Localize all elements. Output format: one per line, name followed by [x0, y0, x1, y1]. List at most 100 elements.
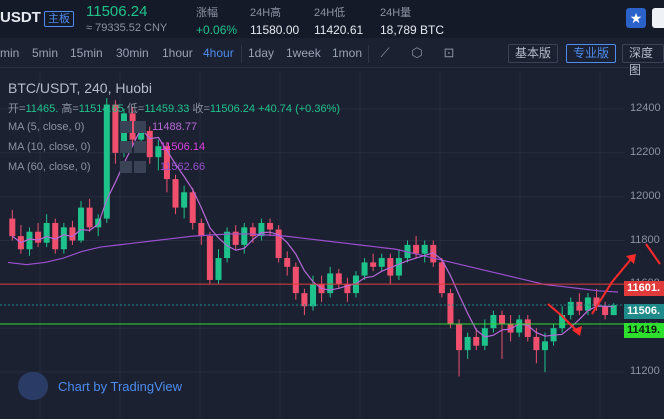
- candle-body: [447, 293, 454, 324]
- chart-grid: [0, 72, 624, 419]
- axis-tick-label: 12400: [630, 101, 661, 114]
- candle-body: [516, 319, 523, 333]
- interval-1week[interactable]: 1week: [286, 46, 321, 61]
- close-icon[interactable]: [134, 141, 146, 153]
- favorite-panel-button[interactable]: [652, 8, 664, 28]
- depth-chart-button[interactable]: 深度图: [622, 44, 664, 77]
- interval-4hour[interactable]: 4hour: [203, 46, 234, 61]
- candle-body: [456, 323, 463, 351]
- candle-body: [499, 315, 506, 324]
- candle-body: [395, 258, 402, 276]
- candle-body: [584, 297, 591, 311]
- candle-body: [473, 336, 480, 346]
- low-value: 11420.61: [314, 23, 364, 37]
- interval-min[interactable]: min: [0, 46, 19, 61]
- candle-body: [284, 258, 291, 267]
- candle-body: [361, 262, 368, 276]
- cny-price: ≈ 79335.52 CNY: [86, 22, 168, 34]
- candle-body: [602, 306, 609, 316]
- star-icon[interactable]: ★: [626, 8, 646, 28]
- screenshot-icon[interactable]: ⊡: [440, 44, 458, 62]
- axis-tick-label: 11200: [630, 365, 660, 378]
- candles-group: [9, 98, 617, 377]
- ma10-legend[interactable]: MA (10, close, 0): [8, 141, 146, 153]
- volume-stat: 24H量 18,789 BTC: [380, 4, 444, 37]
- toolbar-divider: [368, 45, 369, 63]
- change-value: +0.06%: [196, 23, 238, 37]
- high-stat: 24H高 11580.00: [250, 4, 299, 37]
- settings-icon[interactable]: [120, 121, 132, 133]
- high-label: 24H高: [250, 7, 282, 19]
- interval-1hour[interactable]: 1hour: [162, 46, 193, 61]
- low-stat: 24H低 11420.61: [314, 4, 363, 37]
- candle-body: [267, 222, 274, 230]
- basic-version-button[interactable]: 基本版: [508, 44, 559, 63]
- ma60-controls[interactable]: [120, 161, 150, 174]
- candle-body: [189, 192, 196, 223]
- symbol-label[interactable]: USDT: [0, 9, 41, 26]
- settings-hex-icon[interactable]: ⬡: [408, 44, 426, 62]
- open-value: 11465.: [25, 103, 59, 115]
- ma10-value: 11506.14: [160, 141, 206, 153]
- ma60-legend[interactable]: MA (60, close, 0): [8, 161, 146, 173]
- interval-30min[interactable]: 30min: [116, 46, 149, 61]
- candle-body: [464, 336, 471, 351]
- ma5-controls[interactable]: [120, 121, 150, 134]
- interval-5min[interactable]: 5min: [32, 46, 58, 61]
- low-label: 24H低: [314, 7, 346, 19]
- support-price-tag: 11419.: [624, 323, 664, 338]
- candle-body: [224, 231, 231, 259]
- ma5-legend[interactable]: MA (5, close, 0): [8, 121, 146, 133]
- close-icon[interactable]: [134, 161, 146, 173]
- low-label: 低=: [126, 103, 145, 115]
- axis-tick-label: 11800: [630, 233, 660, 246]
- candle-body: [35, 231, 42, 243]
- candle-body: [421, 244, 428, 254]
- candle-body: [9, 218, 16, 237]
- ma60-value: 11562.66: [160, 161, 206, 173]
- candle-body: [172, 179, 179, 208]
- interval-1day[interactable]: 1day: [248, 46, 274, 61]
- high-value: 11514.65: [78, 103, 124, 115]
- chart-title: BTC/USDT, 240, Huobi: [8, 80, 152, 96]
- axis-tick-label: 12000: [630, 189, 661, 202]
- candle-body: [413, 244, 420, 254]
- candle-body: [335, 273, 342, 285]
- candlestick-chart[interactable]: [0, 69, 664, 419]
- change-readout: +40.74 (+0.36%): [258, 103, 341, 115]
- ma5-label: MA (5, close, 0): [8, 121, 85, 133]
- high-value: 11580.00: [250, 23, 300, 37]
- candle-body: [524, 319, 531, 337]
- candle-body: [490, 315, 497, 329]
- interval-1mon[interactable]: 1mon: [332, 46, 362, 61]
- volume-label: 24H量: [380, 7, 412, 19]
- candle-body: [370, 262, 377, 267]
- candle-body: [86, 207, 93, 228]
- board-tag: 主板: [44, 11, 74, 27]
- candle-body: [215, 258, 222, 280]
- candle-body: [241, 227, 248, 245]
- candle-body: [301, 293, 308, 307]
- ma60-label: MA (60, close, 0): [8, 161, 91, 173]
- settings-icon[interactable]: [120, 141, 132, 153]
- candle-body: [69, 227, 76, 241]
- ma5-value: 11488.77: [152, 121, 198, 133]
- interval-15min[interactable]: 15min: [70, 46, 103, 61]
- candle-body: [576, 301, 583, 311]
- current-price-tag: 11506.: [624, 304, 664, 319]
- candle-body: [292, 266, 299, 294]
- ma10-controls[interactable]: [120, 141, 150, 154]
- resistance-price-tag: 11601.: [624, 281, 664, 296]
- candle-body: [438, 262, 445, 294]
- settings-icon[interactable]: [120, 161, 132, 173]
- ticker-bar: USDT 主板 11506.24 ≈ 79335.52 CNY 涨幅 +0.06…: [0, 0, 664, 38]
- change-label: 涨幅: [196, 7, 218, 19]
- candle-body: [309, 284, 317, 307]
- pro-version-button[interactable]: 专业版: [566, 44, 617, 63]
- close-icon[interactable]: [134, 121, 146, 133]
- tradingview-logo-icon: [18, 372, 48, 400]
- candle-body: [206, 236, 213, 280]
- indicator-icon[interactable]: ⟋: [376, 44, 394, 62]
- right-arrow-line: [645, 243, 661, 265]
- low-value: 11459.33: [144, 103, 190, 115]
